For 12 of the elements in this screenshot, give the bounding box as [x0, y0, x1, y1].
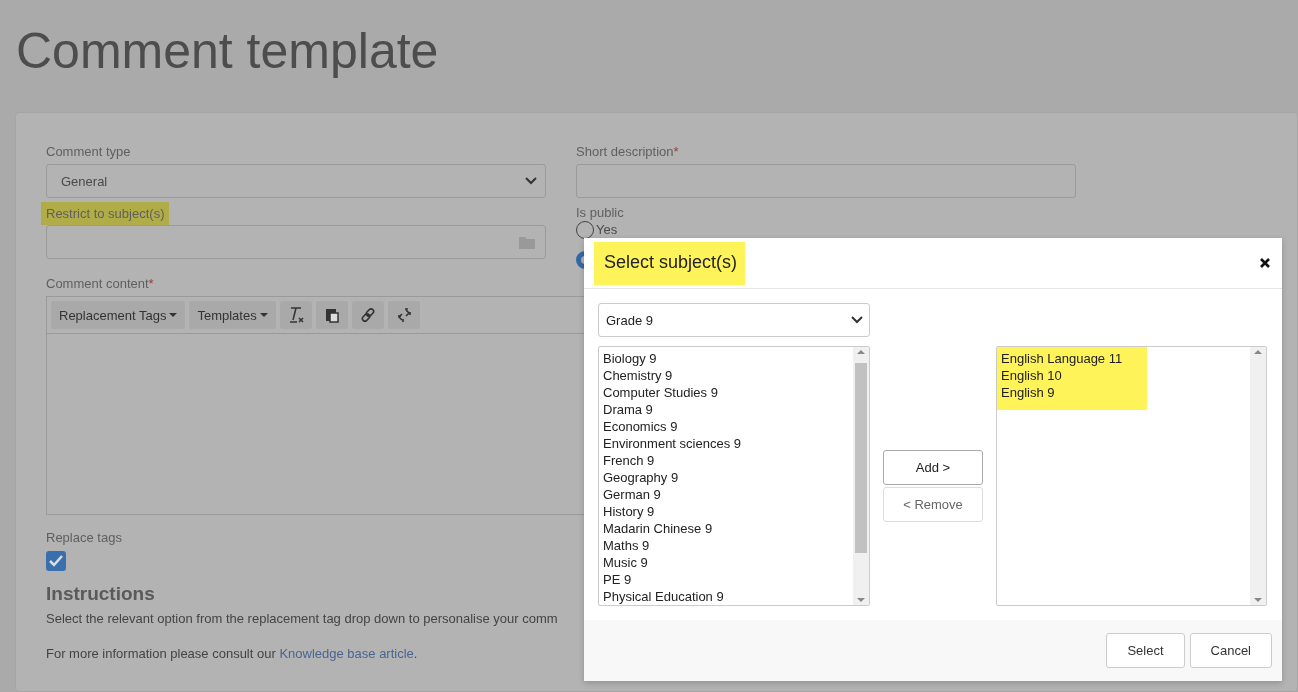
page-title: Comment template: [15, 22, 439, 81]
instructions-text: Select the relevant option from the replacement tag drop down to personalise your comm: [46, 611, 558, 626]
field-label: Comment type: [46, 143, 132, 160]
section-heading: Instructions: [46, 583, 155, 605]
radio-label: Yes: [596, 222, 618, 238]
field-label: Short description*: [576, 143, 680, 160]
field-label: Is public: [576, 204, 625, 221]
dialog-title: Select subject(s): [594, 241, 746, 285]
help-text: For more information please consult our Knowledge base article.: [46, 646, 418, 661]
field-label: Restrict to subject(s): [41, 202, 170, 225]
field-label: Comment content*: [46, 275, 154, 292]
field-label: Replace tags: [46, 529, 122, 546]
